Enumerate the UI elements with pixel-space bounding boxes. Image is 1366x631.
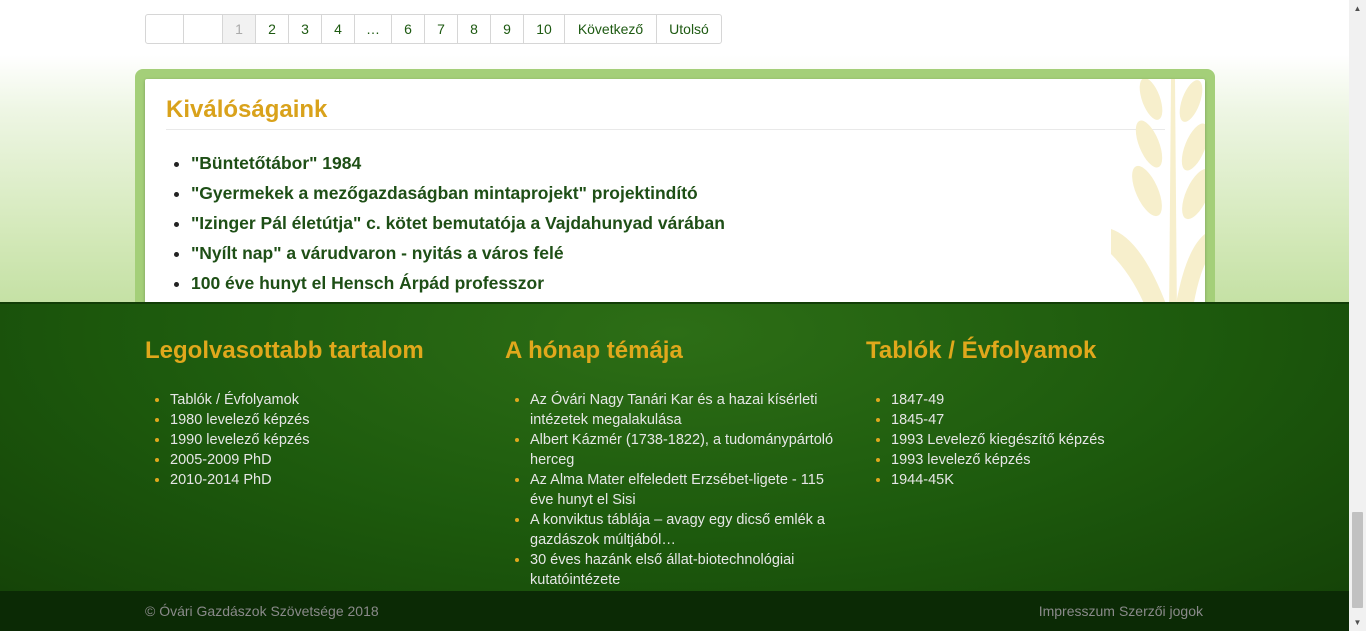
footer-link[interactable]: Az Óvári Nagy Tanári Kar és a hazai kísé… [530, 390, 850, 430]
excellence-panel: Kiválóságaink "Büntetőtábor" 1984"Gyerme… [145, 79, 1205, 321]
excellence-item-link[interactable]: "Izinger Pál életútja" c. kötet bemutató… [191, 208, 725, 238]
footer-link[interactable]: Tablók / Évfolyamok [170, 390, 490, 410]
footer-link[interactable]: 1993 Levelező kiegészítő képzés [891, 430, 1211, 450]
copyright-text: © Óvári Gazdászok Szövetsége 2018 [145, 603, 379, 619]
footer-column-topic-of-month: A hónap témája Az Óvári Nagy Tanári Kar … [505, 336, 850, 590]
footer-bottom-bar: © Óvári Gazdászok Szövetsége 2018 Impres… [0, 591, 1349, 631]
footer-link[interactable]: A konviktus táblája – avagy egy dicső em… [530, 510, 850, 550]
footer-link[interactable]: Az Alma Mater elfeledett Erzsébet-ligete… [530, 470, 850, 510]
footer-link[interactable]: 1993 levelező képzés [891, 450, 1211, 470]
page-link[interactable]: Következő [565, 15, 657, 43]
page-link: 1 [223, 15, 256, 43]
page-link-blank[interactable] [184, 15, 223, 43]
footer-link[interactable]: 2010-2014 PhD [170, 470, 490, 490]
wheat-watermark-icon [1111, 79, 1205, 321]
copyright-link[interactable]: Szerzői jogok [1119, 603, 1203, 619]
footer-link[interactable]: 1847-49 [891, 390, 1211, 410]
excellence-list: "Büntetőtábor" 1984"Gyermekek a mezőgazd… [172, 148, 725, 298]
page-link[interactable]: 3 [289, 15, 322, 43]
footer-link[interactable]: Albert Kázmér (1738-1822), a tudománypár… [530, 430, 850, 470]
scroll-thumb[interactable] [1352, 512, 1363, 608]
page-link[interactable]: 6 [392, 15, 425, 43]
footer-bottom-links: Impresszum Szerzői jogok [1039, 603, 1203, 619]
page-link[interactable]: 8 [458, 15, 491, 43]
footer-link-list: Az Óvári Nagy Tanári Kar és a hazai kísé… [505, 390, 850, 590]
excellence-title: Kiválóságaink [166, 96, 328, 123]
vertical-scrollbar[interactable]: ▲ ▼ [1349, 0, 1366, 631]
scroll-down-arrow-icon[interactable]: ▼ [1349, 614, 1366, 631]
footer-column-title: Legolvasottabb tartalom [145, 337, 424, 364]
page-link[interactable]: 7 [425, 15, 458, 43]
title-divider [166, 129, 1165, 130]
footer-column-title: Tablók / Évfolyamok [866, 337, 1097, 364]
footer-column-yearbooks: Tablók / Évfolyamok 1847-491845-471993 L… [866, 336, 1211, 490]
impresszum-link[interactable]: Impresszum [1039, 603, 1115, 619]
footer-link-list: Tablók / Évfolyamok1980 levelező képzés1… [145, 390, 490, 490]
page-link[interactable]: 10 [524, 15, 565, 43]
footer-column-title: A hónap témája [505, 337, 683, 364]
pagination: 1 2 3 4… 6 7 8 9 10 Következő Utolsó [145, 14, 722, 44]
excellence-item-link[interactable]: "Gyermekek a mezőgazdaságban mintaprojek… [191, 178, 725, 208]
page-link[interactable]: 4 [322, 15, 355, 43]
footer-link[interactable]: 1980 levelező képzés [170, 410, 490, 430]
excellence-item-link[interactable]: "Nyílt nap" a várudvaron - nyitás a váro… [191, 238, 725, 268]
footer-link-list: 1847-491845-471993 Levelező kiegészítő k… [866, 390, 1211, 490]
footer-link[interactable]: 2005-2009 PhD [170, 450, 490, 470]
excellence-item-link[interactable]: 100 éve hunyt el Hensch Árpád professzor [191, 268, 725, 298]
footer-link[interactable]: 1990 levelező képzés [170, 430, 490, 450]
page-link[interactable]: 9 [491, 15, 524, 43]
page-link-blank[interactable] [146, 15, 184, 43]
scroll-up-arrow-icon[interactable]: ▲ [1349, 0, 1366, 17]
footer-link[interactable]: 30 éves hazánk első állat-biotechnológia… [530, 550, 850, 590]
page-link[interactable]: … [355, 15, 392, 43]
footer-link[interactable]: 1845-47 [891, 410, 1211, 430]
excellence-item-link[interactable]: "Büntetőtábor" 1984 [191, 148, 725, 178]
footer-link[interactable]: 1944-45K [891, 470, 1211, 490]
page-link[interactable]: Utolsó [657, 15, 721, 43]
page-link[interactable]: 2 [256, 15, 289, 43]
footer-column-most-read: Legolvasottabb tartalom Tablók / Évfolya… [145, 336, 490, 490]
